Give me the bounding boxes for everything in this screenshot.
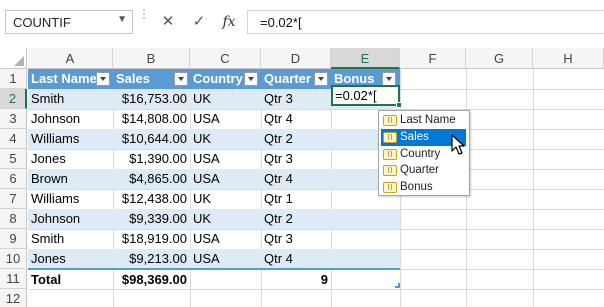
active-cell-text: =0.02*[	[335, 88, 377, 103]
table-cell[interactable]: $18,919.00	[113, 229, 190, 249]
column-header-h[interactable]: H	[533, 48, 604, 69]
formula-text: =0.02*[	[260, 15, 302, 30]
table-cell[interactable]: $14,808.00	[113, 109, 190, 129]
row-header-6[interactable]: 6	[0, 169, 27, 189]
insert-function-button[interactable]: fx	[213, 10, 245, 34]
header-label: Country	[193, 71, 243, 86]
table-cell[interactable]: USA	[190, 229, 261, 249]
filter-dropdown-icon[interactable]	[382, 72, 396, 86]
mouse-pointer-icon	[451, 134, 465, 155]
table-cell[interactable]: UK	[190, 89, 261, 109]
header-label: Quarter	[264, 71, 311, 86]
filter-dropdown-icon[interactable]	[244, 72, 258, 86]
table-cell[interactable]: Qtr 3	[261, 89, 331, 109]
cancel-icon[interactable]: ✕	[152, 10, 184, 34]
enter-icon[interactable]: ✓	[183, 10, 215, 34]
table-cell[interactable]: USA	[190, 149, 261, 169]
table-cell[interactable]: Qtr 3	[261, 149, 331, 169]
formula-bar-area: COUNTIF ▼ ⋮ ✕ ✓ fx =0.02*[	[0, 0, 604, 44]
row-header-4[interactable]: 4	[0, 129, 27, 149]
column-header-d[interactable]: D	[261, 48, 331, 69]
row-header-1[interactable]: 1	[0, 69, 27, 89]
autocomplete-label: Country	[400, 147, 441, 160]
name-box-dropdown-icon[interactable]: ▼	[117, 14, 127, 25]
column-header-g[interactable]: G	[466, 48, 533, 69]
autocomplete-label: Bonus	[400, 181, 433, 194]
row-header-7[interactable]: 7	[0, 189, 27, 209]
header-label: Sales	[116, 71, 150, 86]
table-field-icon: ⟨⟩	[383, 115, 397, 126]
select-all-button[interactable]	[0, 48, 27, 69]
table-cell[interactable]: USA	[190, 169, 261, 189]
column-header-c[interactable]: C	[190, 48, 261, 69]
table-cell[interactable]: $1,390.00	[113, 149, 190, 169]
name-box-value: COUNTIF	[13, 15, 71, 30]
header-label: Last Name	[31, 71, 97, 86]
row-header-2[interactable]: 2	[0, 89, 27, 109]
table-cell[interactable]: $9,339.00	[113, 209, 190, 229]
header-label: Bonus	[334, 71, 375, 86]
table-cell[interactable]: Johnson	[28, 209, 113, 229]
table-cell[interactable]: Qtr 4	[261, 249, 331, 269]
table-cell[interactable]: Qtr 1	[261, 189, 331, 209]
table-cell[interactable]: Smith	[28, 89, 113, 109]
table-field-icon: ⟨⟩	[383, 148, 397, 160]
table-cell[interactable]: Johnson	[28, 109, 113, 129]
row-header-10[interactable]: 10	[0, 249, 27, 269]
row-header-8[interactable]: 8	[0, 209, 27, 229]
table-cell[interactable]: Brown	[28, 169, 113, 189]
fill-handle[interactable]	[396, 102, 402, 108]
filter-dropdown-icon[interactable]	[96, 72, 110, 86]
table-cell[interactable]: Qtr 4	[261, 169, 331, 189]
filter-dropdown-icon[interactable]	[314, 72, 328, 86]
total-sales-cell[interactable]: $98,369.00	[113, 270, 190, 290]
autocomplete-label: Sales	[400, 130, 429, 143]
row-header-3[interactable]: 3	[0, 109, 27, 129]
table-cell[interactable]: UK	[190, 129, 261, 149]
table-cell[interactable]: Qtr 4	[261, 109, 331, 129]
row-header-12[interactable]: 12	[0, 289, 27, 307]
worksheet-grid: A B C D E F G H 1 2 3 4 5 6 7 8 9 10 11 …	[0, 44, 604, 307]
table-field-icon: ⟨⟩	[383, 131, 397, 143]
name-box[interactable]: COUNTIF ▼	[5, 10, 133, 34]
table-cell[interactable]: $4,865.00	[113, 169, 190, 189]
column-header-e[interactable]: E	[331, 48, 400, 69]
table-cell[interactable]: UK	[190, 189, 261, 209]
table-cell[interactable]: Williams	[28, 189, 113, 209]
table-cell[interactable]: $16,753.00	[113, 89, 190, 109]
column-header-f[interactable]: F	[400, 48, 466, 69]
table-cell[interactable]: USA	[190, 109, 261, 129]
filter-dropdown-icon[interactable]	[174, 72, 188, 86]
formula-input[interactable]: =0.02*[	[247, 10, 604, 34]
column-header-a[interactable]: A	[28, 48, 113, 69]
row-header-9[interactable]: 9	[0, 229, 27, 249]
autocomplete-label: Last Name	[400, 114, 456, 126]
autocomplete-label: Quarter	[400, 164, 439, 177]
autocomplete-item-quarter[interactable]: ⟨⟩ Quarter	[379, 162, 469, 179]
total-count-cell[interactable]: 9	[261, 270, 331, 290]
active-cell-e2[interactable]: =0.02*[	[331, 85, 402, 108]
table-cell[interactable]: Qtr 3	[261, 229, 331, 249]
table-cell[interactable]: Jones	[28, 149, 113, 169]
table-cell[interactable]: USA	[190, 249, 261, 269]
autocomplete-item-last-name[interactable]: ⟨⟩ Last Name	[379, 112, 469, 129]
table-cell[interactable]: Qtr 2	[261, 209, 331, 229]
autocomplete-item-bonus[interactable]: ⟨⟩ Bonus	[379, 179, 469, 196]
column-header-b[interactable]: B	[113, 48, 190, 69]
table-cell[interactable]: Qtr 2	[261, 129, 331, 149]
table-cell[interactable]: $9,213.00	[113, 249, 190, 269]
table-cell[interactable]: Smith	[28, 229, 113, 249]
table-field-icon: ⟨⟩	[383, 182, 397, 194]
table-resize-handle[interactable]	[395, 283, 400, 288]
table-cell[interactable]: $12,438.00	[113, 189, 190, 209]
table-field-icon: ⟨⟩	[383, 165, 397, 177]
total-label-cell[interactable]: Total	[28, 270, 113, 290]
table-cell[interactable]: Williams	[28, 129, 113, 149]
formula-bar-grip-icon[interactable]: ⋮	[138, 8, 150, 33]
row-header-11[interactable]: 11	[0, 269, 27, 289]
table-cell[interactable]: Jones	[28, 249, 113, 269]
row-header-5[interactable]: 5	[0, 149, 27, 169]
table-cell[interactable]: UK	[190, 209, 261, 229]
table-cell[interactable]: $10,644.00	[113, 129, 190, 149]
